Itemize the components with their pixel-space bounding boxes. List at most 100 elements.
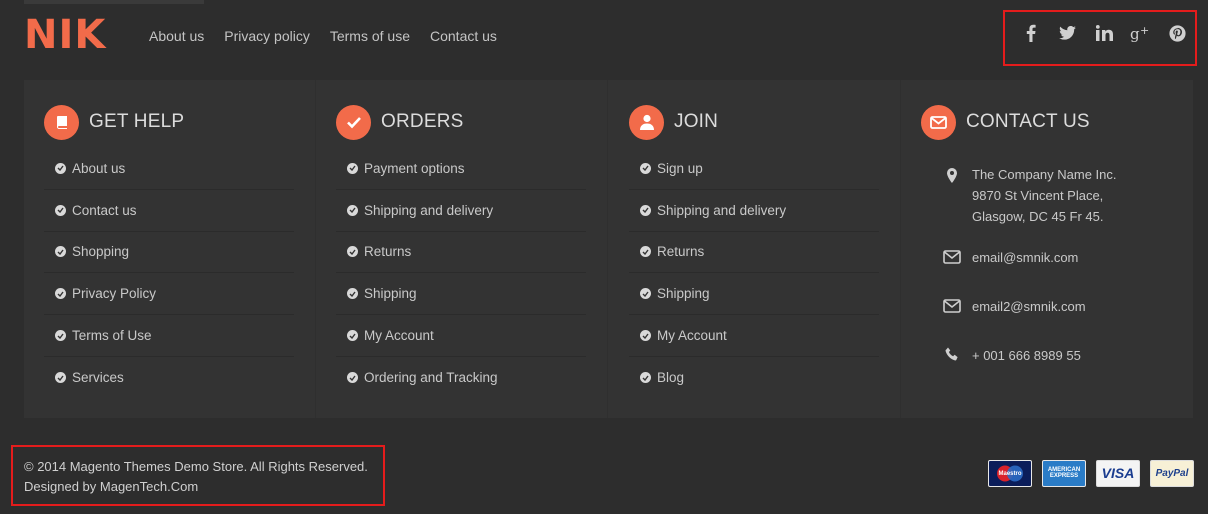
map-marker-icon xyxy=(932,164,972,227)
check-circle-icon xyxy=(640,162,651,174)
link-label: Shopping xyxy=(72,244,130,260)
maestro-icon: Maestro xyxy=(988,460,1032,487)
check-circle-icon xyxy=(55,246,66,258)
check-circle-icon xyxy=(55,288,66,300)
list-item[interactable]: Blog xyxy=(629,357,879,399)
envelope-icon xyxy=(921,104,956,140)
visa-icon: VISA xyxy=(1096,460,1140,487)
svg-text:g: g xyxy=(1130,25,1140,42)
envelope-icon xyxy=(932,247,972,268)
column-title: GET HELP xyxy=(89,111,185,132)
nav-link-terms-of-use[interactable]: Terms of use xyxy=(330,28,410,44)
amex-label: EXPRESS xyxy=(1049,473,1079,479)
list-item[interactable]: Terms of Use xyxy=(44,315,294,357)
list-item[interactable]: About us xyxy=(44,148,294,190)
list-item[interactable]: Payment options xyxy=(336,148,586,190)
social-links: g + xyxy=(1003,10,1197,66)
check-circle-icon xyxy=(640,246,651,258)
check-circle-icon xyxy=(55,162,66,174)
orders-column: ORDERS Payment options Shipping and deli… xyxy=(316,80,608,418)
designer-credit[interactable]: Designed by MagenTech.Com xyxy=(24,477,372,497)
twitter-icon[interactable] xyxy=(1056,22,1078,44)
link-label: Returns xyxy=(364,244,412,260)
address-line: 9870 St Vincent Place, xyxy=(972,188,1104,203)
linkedin-icon[interactable] xyxy=(1093,22,1115,44)
address-line: Glasgow, DC 45 Fr 45. xyxy=(972,209,1104,224)
list-item[interactable]: Ordering and Tracking xyxy=(336,357,586,399)
list-item[interactable]: Sign up xyxy=(629,148,879,190)
join-column: JOIN Sign up Shipping and delivery Retur… xyxy=(609,80,901,418)
link-label: Ordering and Tracking xyxy=(364,370,498,386)
list-item[interactable]: Returns xyxy=(629,232,879,274)
column-header: GET HELP xyxy=(44,104,184,140)
footer-links-panel: GET HELP About us Contact us Shopping Pr… xyxy=(24,80,1193,418)
phone-number: + 001 666 8989 55 xyxy=(972,348,1081,363)
join-links: Sign up Shipping and delivery Returns Sh… xyxy=(629,148,879,399)
link-label: My Account xyxy=(364,328,434,344)
email-link[interactable]: email2@smnik.com xyxy=(972,296,1086,317)
nav-link-privacy-policy[interactable]: Privacy policy xyxy=(224,28,310,44)
contact-address: The Company Name Inc. 9870 St Vincent Pl… xyxy=(932,164,1117,227)
visa-label: VISA xyxy=(1101,465,1135,481)
link-label: Privacy Policy xyxy=(72,286,157,302)
phone-icon xyxy=(932,345,972,366)
envelope-icon xyxy=(932,296,972,317)
column-header: JOIN xyxy=(629,104,718,140)
link-label: Shipping and delivery xyxy=(657,202,787,218)
google-plus-icon[interactable]: g + xyxy=(1129,22,1151,44)
check-circle-icon xyxy=(640,288,651,300)
maestro-label: Maestro xyxy=(998,471,1022,477)
logo[interactable]: NIK xyxy=(24,14,106,56)
address-line: The Company Name Inc. xyxy=(972,167,1117,182)
column-header: ORDERS xyxy=(336,104,464,140)
link-label: Returns xyxy=(657,244,705,260)
list-item[interactable]: Shopping xyxy=(44,232,294,274)
link-label: Sign up xyxy=(657,160,703,176)
column-header: CONTACT US xyxy=(921,104,1090,140)
contact-email-1: email@smnik.com xyxy=(932,247,1078,268)
contact-phone: + 001 666 8989 55 xyxy=(932,345,1081,366)
check-circle-icon xyxy=(347,246,358,258)
svg-text:+: + xyxy=(1140,24,1149,37)
link-label: Shipping and delivery xyxy=(364,202,494,218)
check-circle-icon xyxy=(640,330,651,342)
check-circle-icon xyxy=(347,288,358,300)
pinterest-icon[interactable] xyxy=(1166,22,1188,44)
link-label: Services xyxy=(72,370,124,386)
column-title: JOIN xyxy=(674,111,719,132)
link-label: Blog xyxy=(657,370,685,386)
list-item[interactable]: Services xyxy=(44,357,294,399)
list-item[interactable]: Returns xyxy=(336,232,586,274)
check-circle-icon xyxy=(55,330,66,342)
list-item[interactable]: Contact us xyxy=(44,190,294,232)
list-item[interactable]: Shipping and delivery xyxy=(629,190,879,232)
check-circle-icon xyxy=(55,204,66,216)
list-item[interactable]: Shipping xyxy=(336,273,586,316)
footer-top-nav: About us Privacy policy Terms of use Con… xyxy=(149,28,497,44)
link-label: About us xyxy=(72,160,126,176)
amex-label: AMERICAN xyxy=(1047,467,1081,473)
check-icon xyxy=(336,104,371,140)
list-item[interactable]: Privacy Policy xyxy=(44,273,294,316)
check-circle-icon xyxy=(640,204,651,216)
list-item[interactable]: Shipping xyxy=(629,273,879,316)
check-circle-icon xyxy=(347,162,358,174)
contact-email-2: email2@smnik.com xyxy=(932,296,1086,317)
nav-link-about-us[interactable]: About us xyxy=(149,28,204,44)
paypal-icon: PayPal xyxy=(1150,460,1194,487)
orders-links: Payment options Shipping and delivery Re… xyxy=(336,148,586,399)
get-help-column: GET HELP About us Contact us Shopping Pr… xyxy=(24,80,316,418)
column-title: CONTACT US xyxy=(966,111,1090,132)
check-circle-icon xyxy=(55,372,66,384)
nav-link-contact-us[interactable]: Contact us xyxy=(430,28,497,44)
check-circle-icon xyxy=(347,372,358,384)
link-label: Shipping xyxy=(364,286,417,302)
american-express-icon: AMERICAN EXPRESS xyxy=(1042,460,1086,487)
email-link[interactable]: email@smnik.com xyxy=(972,247,1078,268)
facebook-icon[interactable] xyxy=(1020,22,1042,44)
check-circle-icon xyxy=(347,204,358,216)
list-item[interactable]: My Account xyxy=(629,315,879,357)
list-item[interactable]: My Account xyxy=(336,315,586,357)
user-icon xyxy=(629,104,664,140)
list-item[interactable]: Shipping and delivery xyxy=(336,190,586,232)
